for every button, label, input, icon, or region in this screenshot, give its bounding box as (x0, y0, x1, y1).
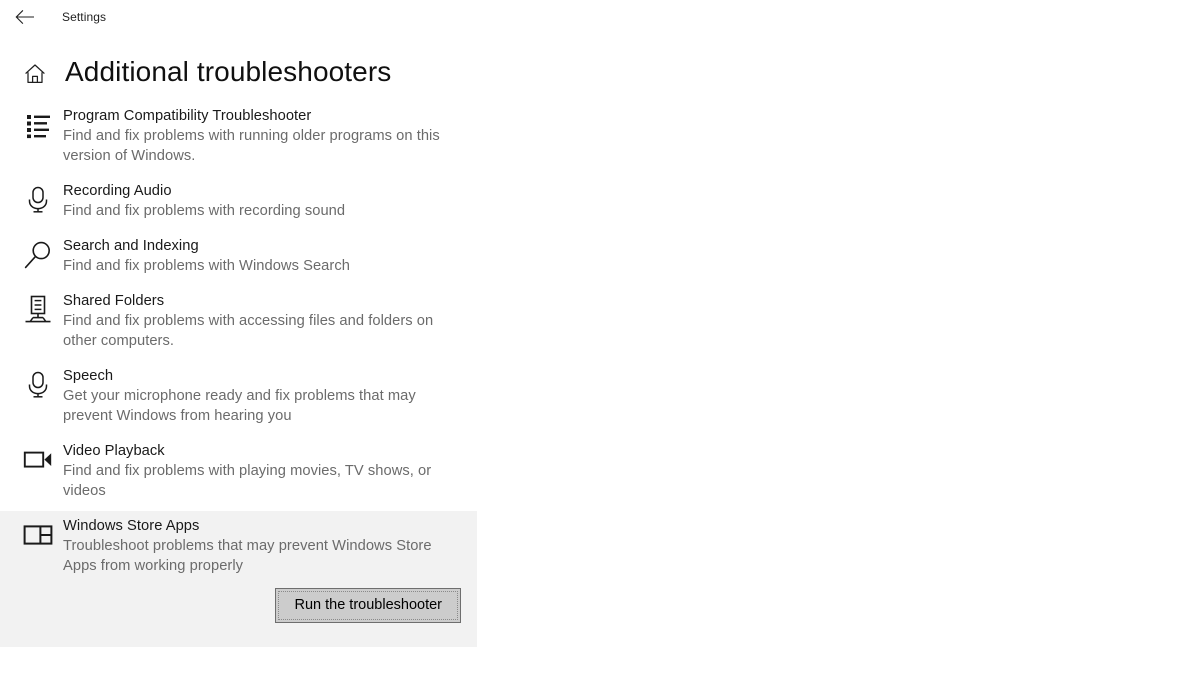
list-item[interactable]: Search and Indexing Find and fix problem… (0, 231, 477, 286)
magnifier-icon (22, 239, 54, 271)
server-share-icon (22, 294, 54, 326)
troubleshooter-list: Program Compatibility Troubleshooter Fin… (0, 101, 500, 647)
list-item-title: Search and Indexing (63, 238, 199, 254)
list-item-description: Find and fix problems with accessing fil… (63, 313, 434, 349)
microphone-icon (22, 369, 54, 401)
list-item-selected[interactable]: Windows Store Apps Troubleshoot problems… (0, 511, 477, 647)
list-bullets-icon (22, 109, 54, 141)
list-item[interactable]: Recording Audio Find and fix problems wi… (0, 176, 477, 231)
store-apps-icon (22, 519, 54, 551)
list-item-description: Get your microphone ready and fix proble… (63, 388, 416, 424)
list-item-description: Find and fix problems with recording sou… (63, 203, 346, 219)
back-arrow-icon (15, 9, 37, 25)
title-bar: Settings (0, 0, 1201, 34)
list-item-title: Shared Folders (63, 293, 165, 309)
list-item-title: Video Playback (63, 443, 165, 459)
list-item-title: Speech (63, 368, 114, 384)
list-item[interactable]: Speech Get your microphone ready and fix… (0, 361, 477, 436)
list-item-actions: Run the troubleshooter (0, 576, 477, 647)
list-item[interactable]: Video Playback Find and fix problems wit… (0, 436, 477, 511)
microphone-icon (22, 184, 54, 216)
list-item-title: Recording Audio (63, 183, 172, 199)
list-item[interactable]: Shared Folders Find and fix problems wit… (0, 286, 477, 361)
list-item[interactable]: Program Compatibility Troubleshooter Fin… (0, 101, 477, 176)
home-icon[interactable] (23, 62, 47, 86)
run-troubleshooter-button[interactable]: Run the troubleshooter (275, 588, 461, 623)
list-item-description: Find and fix problems with running older… (63, 128, 440, 164)
list-item-description: Troubleshoot problems that may prevent W… (63, 538, 432, 574)
list-item-description: Find and fix problems with Windows Searc… (63, 258, 350, 274)
back-button[interactable] (13, 5, 39, 29)
video-camera-icon (22, 444, 54, 476)
list-item-title: Windows Store Apps (63, 518, 200, 534)
page-title: Additional troubleshooters (65, 56, 392, 87)
list-item-title: Program Compatibility Troubleshooter (63, 108, 312, 124)
app-title: Settings (62, 10, 107, 24)
list-item-description: Find and fix problems with playing movie… (63, 463, 432, 499)
